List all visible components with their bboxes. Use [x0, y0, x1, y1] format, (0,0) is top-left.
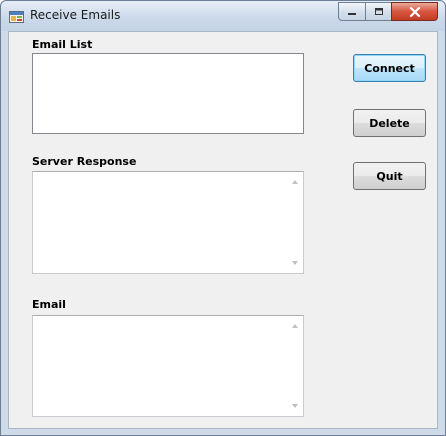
maximize-icon [374, 8, 383, 15]
client-area: Email List Server Response Email Connect… [8, 31, 438, 429]
email-textbox[interactable] [32, 315, 304, 417]
delete-button[interactable]: Delete [353, 109, 426, 137]
email-scrollbar[interactable] [287, 316, 303, 416]
connect-button[interactable]: Connect [353, 54, 426, 82]
scroll-down-icon[interactable] [292, 404, 298, 408]
quit-button[interactable]: Quit [353, 162, 426, 190]
main-window: Receive Emails Email List Server Respons… [0, 0, 446, 436]
app-window-icon [9, 11, 24, 23]
title-bar[interactable]: Receive Emails [1, 1, 445, 31]
window-title: Receive Emails [30, 8, 121, 22]
email-list-label: Email List [32, 38, 93, 51]
server-response-label: Server Response [32, 155, 137, 168]
server-response-textbox[interactable] [32, 171, 304, 274]
minimize-button[interactable] [338, 2, 365, 21]
close-icon [409, 6, 420, 17]
close-button[interactable] [391, 2, 438, 21]
email-list-box[interactable] [32, 53, 304, 134]
server-response-scrollbar[interactable] [287, 172, 303, 273]
scroll-up-icon[interactable] [292, 180, 298, 184]
email-label: Email [32, 298, 66, 311]
scroll-down-icon[interactable] [292, 261, 298, 265]
minimize-icon [348, 12, 356, 15]
maximize-button[interactable] [365, 2, 391, 21]
scroll-up-icon[interactable] [292, 324, 298, 328]
